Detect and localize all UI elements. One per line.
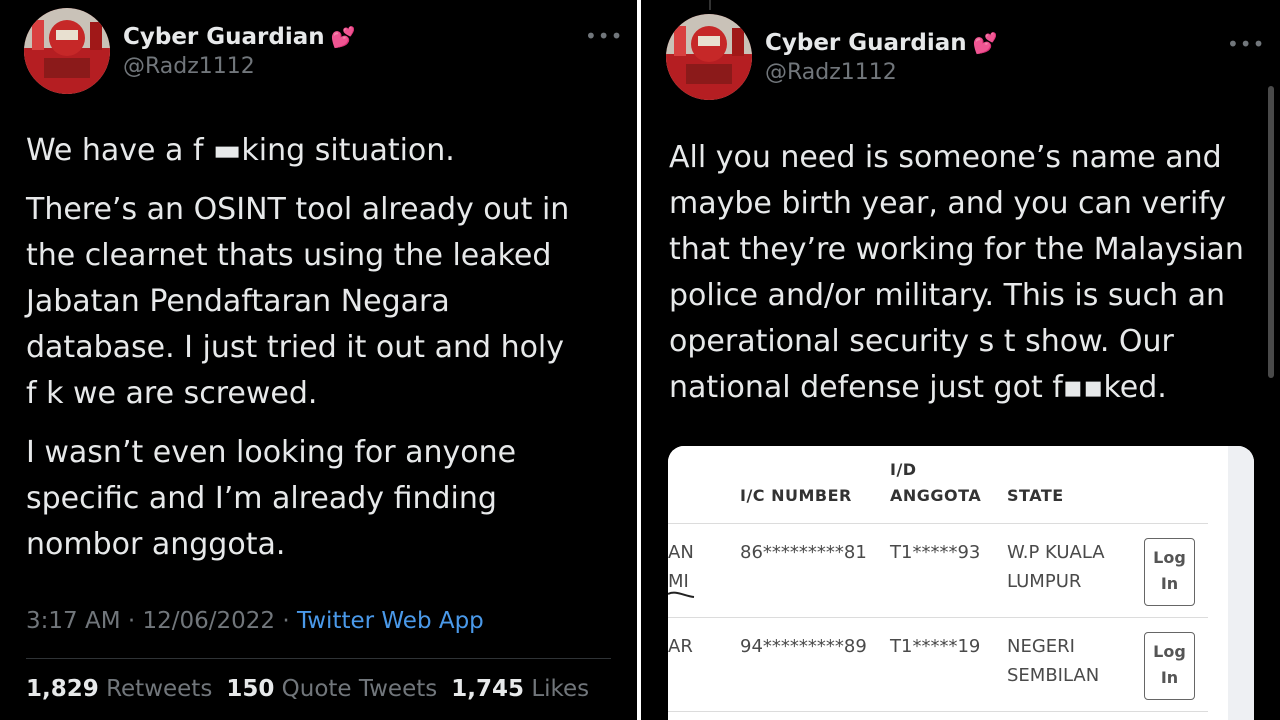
retweets-count: 1,829 bbox=[26, 676, 99, 702]
likes-count: 1,745 bbox=[451, 676, 524, 702]
tweet-time[interactable]: 3:17 AM bbox=[26, 608, 121, 634]
tweet-line: There’s an OSINT tool already out in bbox=[26, 192, 570, 227]
tweet-line: I wasn’t even looking for anyone bbox=[26, 435, 517, 470]
ic-number-cell: 94*********89 bbox=[740, 636, 867, 657]
log-in-label: Log bbox=[1153, 548, 1186, 567]
tweet-paragraph: I wasn’t even looking for anyone specifi… bbox=[26, 430, 616, 568]
tweet-line: maybe birth year, and you can verify bbox=[669, 186, 1227, 221]
retweets-label: Retweets bbox=[106, 676, 213, 702]
author-name-text[interactable]: Cyber Guardian bbox=[765, 30, 967, 56]
author-handle[interactable]: @Radz1112 bbox=[123, 54, 255, 79]
tweet-line: nombor anggota. bbox=[26, 527, 286, 562]
source-app-link[interactable]: Twitter Web App bbox=[297, 608, 484, 634]
log-in-button[interactable]: Log In bbox=[1144, 632, 1195, 700]
tweet-stats: 1,829 Retweets 150 Quote Tweets 1,745 Like… bbox=[26, 676, 589, 702]
pen-scribble bbox=[668, 591, 695, 598]
avatar[interactable] bbox=[666, 14, 752, 100]
author-handle[interactable]: @Radz1112 bbox=[765, 60, 897, 85]
header-id-top: I/D bbox=[890, 460, 917, 479]
more-options-icon[interactable]: ••• bbox=[585, 24, 623, 48]
tweet-line: We have a f ▬king situation. bbox=[26, 133, 455, 168]
state-cell: NEGERI bbox=[1007, 636, 1075, 657]
retweets-stat[interactable]: 1,829 Retweets bbox=[26, 676, 212, 702]
meta-separator: · bbox=[120, 608, 143, 634]
avatar-image bbox=[24, 8, 110, 94]
author-name[interactable]: Cyber Guardian 💕 bbox=[765, 30, 998, 56]
author-name[interactable]: Cyber Guardian 💕 bbox=[123, 24, 356, 50]
tweet-line: database. I just tried it out and holy bbox=[26, 330, 565, 365]
likes-stat[interactable]: 1,745 Likes bbox=[451, 676, 589, 702]
heart-emoji-icon: 💕 bbox=[972, 31, 998, 55]
name-cell: AR bbox=[668, 636, 693, 657]
row-divider bbox=[668, 711, 1208, 712]
tweet-line: specific and I’m already finding bbox=[26, 481, 497, 516]
card-edge bbox=[1228, 446, 1254, 720]
tweet-line: operational security s t show. Our bbox=[669, 324, 1174, 359]
tweet-text: All you need is someone’s name and maybe… bbox=[669, 135, 1269, 411]
tweet-date[interactable]: 12/06/2022 bbox=[142, 608, 275, 634]
tweet-line: national defense just got f▪▪ked. bbox=[669, 370, 1167, 405]
log-in-label: In bbox=[1160, 574, 1179, 593]
header-state: STATE bbox=[1007, 486, 1064, 505]
id-anggota-cell: T1*****19 bbox=[890, 636, 981, 657]
heart-emoji-icon: 💕 bbox=[330, 25, 356, 49]
author-name-text[interactable]: Cyber Guardian bbox=[123, 24, 325, 50]
tweet-paragraph: We have a f ▬king situation. bbox=[26, 128, 616, 174]
meta-separator: · bbox=[275, 608, 297, 634]
tweet-line: the clearnet thats using the leaked bbox=[26, 238, 552, 273]
tweet-meta: 3:17 AM · 12/06/2022 · Twitter Web App bbox=[26, 608, 484, 634]
likes-label: Likes bbox=[531, 676, 590, 702]
thread-line bbox=[709, 0, 711, 10]
tweet-line: All you need is someone’s name and bbox=[669, 140, 1222, 175]
name-cell: AN bbox=[668, 542, 694, 563]
divider bbox=[26, 658, 611, 659]
row-divider bbox=[668, 617, 1208, 618]
tweet-line: that they’re working for the Malaysian bbox=[669, 232, 1244, 267]
id-anggota-cell: T1*****93 bbox=[890, 542, 981, 563]
log-in-button[interactable]: Log In bbox=[1144, 538, 1195, 606]
state-cell: LUMPUR bbox=[1007, 571, 1082, 592]
right-tweet-panel: Cyber Guardian 💕 @Radz1112 ••• All you ne… bbox=[641, 0, 1280, 720]
log-in-label: Log bbox=[1153, 642, 1186, 661]
quotes-label: Quote Tweets bbox=[281, 676, 438, 702]
ic-number-cell: 86*********81 bbox=[740, 542, 867, 563]
tweet-line: Jabatan Pendaftaran Negara bbox=[26, 284, 450, 319]
more-options-icon[interactable]: ••• bbox=[1227, 32, 1265, 56]
left-tweet-panel: Cyber Guardian 💕 @Radz1112 ••• We have a … bbox=[0, 0, 637, 720]
avatar[interactable] bbox=[24, 8, 110, 94]
header-id-anggota: ANGGOTA bbox=[890, 486, 982, 505]
tweet-line: police and/or military. This is such an bbox=[669, 278, 1226, 313]
attached-image-card[interactable]: I/C NUMBER I/D ANGGOTA STATE AN MI 86***… bbox=[668, 446, 1254, 720]
log-in-label: In bbox=[1160, 668, 1179, 687]
tweet-paragraph: There’s an OSINT tool already out in the… bbox=[26, 187, 616, 417]
quotes-count: 150 bbox=[226, 676, 275, 702]
tweet-line: f k we are screwed. bbox=[26, 376, 318, 411]
row-divider bbox=[668, 523, 1208, 524]
avatar-image bbox=[666, 14, 752, 100]
state-cell: W.P KUALA bbox=[1007, 542, 1105, 563]
quote-tweets-stat[interactable]: 150 Quote Tweets bbox=[226, 676, 437, 702]
state-cell: SEMBILAN bbox=[1007, 665, 1100, 686]
data-table: I/C NUMBER I/D ANGGOTA STATE AN MI 86***… bbox=[668, 446, 1228, 720]
header-ic-number: I/C NUMBER bbox=[740, 486, 852, 505]
